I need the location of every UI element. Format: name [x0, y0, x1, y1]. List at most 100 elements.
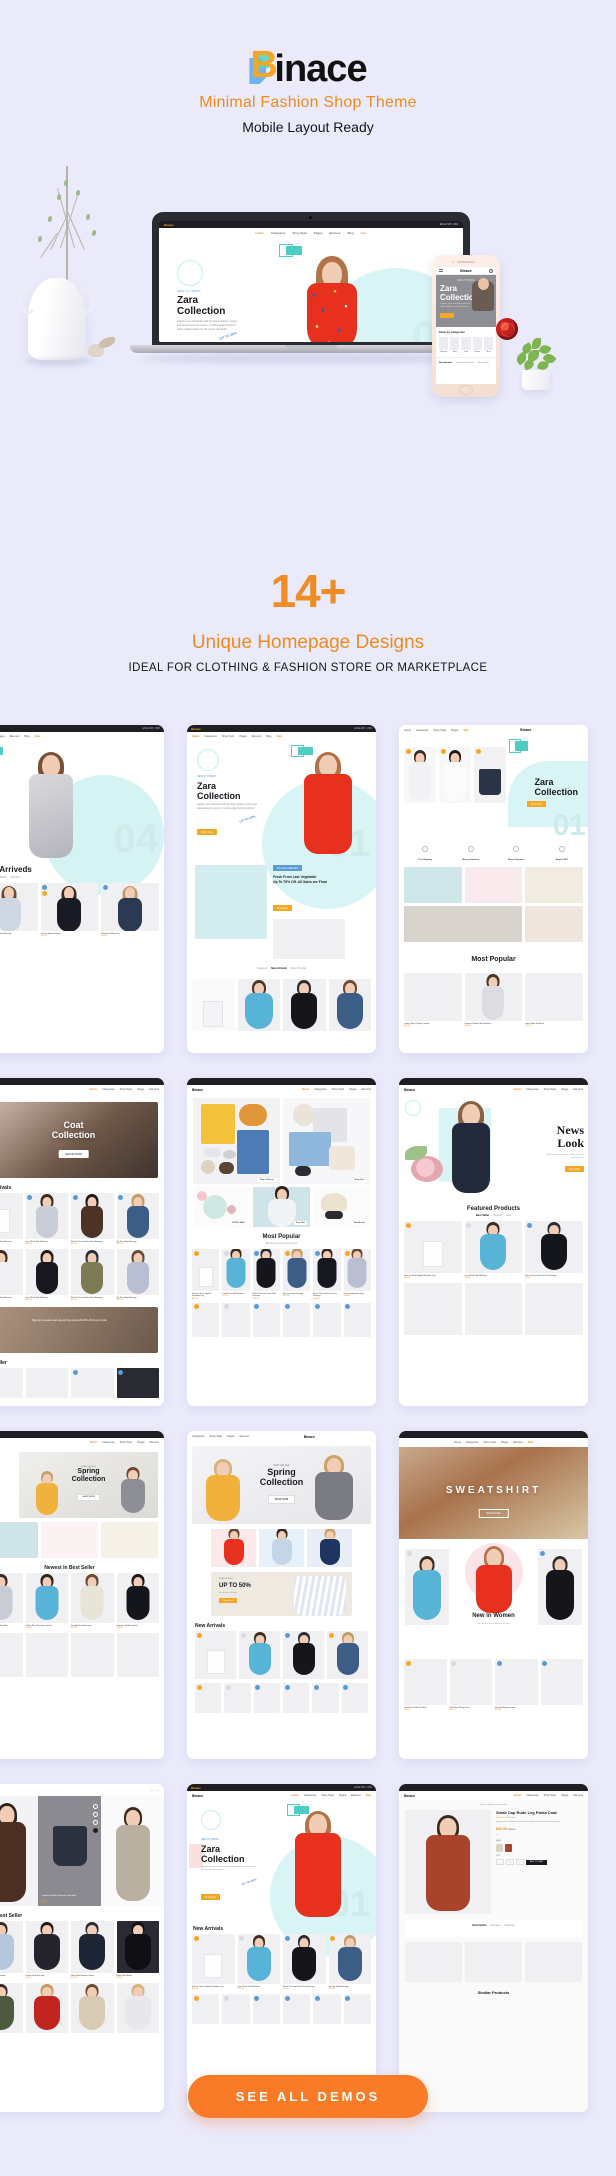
demo-nav[interactable]: Home Categories Shop Style Pages Element… [399, 1438, 588, 1447]
demo-nav-item[interactable]: Home [514, 1088, 521, 1091]
demo-hero-button[interactable]: SHOP NOW [77, 1494, 99, 1501]
nav-item-blog[interactable]: Blog [347, 231, 353, 235]
demo-product-item[interactable]: Red Floral Wrap Dress$49.00 [450, 1659, 493, 1711]
nav-item-sale[interactable]: Sale [360, 231, 366, 235]
demo-product-item[interactable] [283, 1994, 310, 2024]
nav-item-categories[interactable]: Categories [271, 231, 286, 235]
demo-product-item[interactable]: Black Slim Blazer$99.00 [117, 1921, 160, 1979]
demo-nav-item[interactable]: Shop Style [222, 735, 235, 738]
demo-product-item[interactable] [329, 979, 372, 1031]
demo-nav-item[interactable]: Categories [416, 729, 429, 732]
demo-product-item[interactable] [253, 1303, 280, 1337]
demo-nav-item-sale[interactable]: Sale [366, 1794, 371, 1797]
demo-card-news-look[interactable]: Binace Home Categories Shop Style Pages … [399, 1078, 588, 1406]
demo-hero-button[interactable]: SHOP NOW [478, 1509, 508, 1518]
phone-tabs[interactable]: New Arrivals Featured Products Best Sell… [436, 357, 496, 364]
demo-nav-item[interactable]: Categories [466, 1441, 479, 1444]
demo-product-item[interactable] [465, 1942, 522, 1982]
demo-tile-label[interactable]: Shop Now [294, 1221, 307, 1225]
demo-product-item[interactable]: Floral Charcoal Front Knot Earrings$24.0… [313, 1249, 340, 1300]
phone-tab-best-seller[interactable]: Best Seller [478, 362, 489, 364]
demo-product-item[interactable]: Ivory Silver Necklace$29.00 [525, 973, 583, 1027]
demo-product-item[interactable]: Lemon Drop Earrings$19.00 [26, 1921, 69, 1979]
demo-product-item[interactable] [439, 747, 471, 803]
demo-nav-item-sale[interactable]: Sale [528, 1441, 533, 1444]
demo-nav-item[interactable]: Element [573, 1088, 583, 1091]
demo-product-item[interactable] [192, 1994, 219, 2024]
site-nav[interactable]: Home Categories Shop Style Pages Element… [159, 228, 463, 238]
demo-product-item[interactable]: Zig Zag Hoop Earrings $19.00 [41, 883, 99, 937]
demo-nav[interactable]: Binace Home Categories Shop Style Pages … [187, 1085, 376, 1094]
demo-nav-item[interactable]: Categories [526, 1088, 539, 1091]
demo-nav-item[interactable]: Categories [192, 1435, 205, 1438]
demo-nav-item[interactable]: Element [149, 1441, 159, 1444]
demo-product-item[interactable] [192, 979, 235, 1031]
demo-sidebar-item[interactable]: Gift Cards [0, 1505, 15, 1509]
demo-nav-item[interactable]: Shop Style [544, 1088, 557, 1091]
search-icon[interactable]: ○ [144, 1789, 145, 1792]
demo-product-item[interactable]: Coral Rush Silk Necklace$29.00 [222, 1249, 249, 1300]
demo-card-coat-collection[interactable]: Binace Home Categories Shop Style Pages … [0, 1078, 164, 1406]
demo-nav-item[interactable]: Home [90, 1441, 97, 1444]
demo-promo-banner[interactable]: SEASON SALE UP TO 50% On all kids collec… [211, 1572, 352, 1616]
demo-nav-item[interactable]: Home [302, 1088, 309, 1091]
phone-category-item[interactable]: Shirt [484, 337, 493, 353]
demo-chip[interactable]: SHOES [10, 876, 19, 879]
demo-hero-banner[interactable]: Coat Collection SHOP NOW [0, 1102, 158, 1178]
demo-product-item[interactable]: Coffee Plain Sweater Leotard$39.00 [26, 1573, 69, 1629]
demo-lookbook-tile[interactable] [404, 906, 522, 942]
demo-tab[interactable]: Shipping [504, 1924, 514, 1927]
demo-product-item[interactable]: Coral Rush Silk Necklace$29.00 [238, 1934, 281, 1990]
demo-nav-item[interactable]: Pages [239, 735, 246, 738]
demo-product-item[interactable]: Zig Zag Hoop Earrings$19.00 [344, 1249, 371, 1300]
demo-nav-item[interactable]: Element [361, 1088, 371, 1091]
demo-nav-item[interactable]: Categories [526, 1794, 539, 1797]
demo-lookbook-tile[interactable] [0, 1522, 38, 1558]
demo-breadcrumb[interactable]: Home / Women / Sweatshirt [399, 1800, 588, 1810]
demo-nav-item[interactable]: Shop Style [321, 1794, 334, 1797]
demo-product-item[interactable]: Floral Charcoal Front Knot Earrings$24.0… [71, 1249, 114, 1301]
demo-card-flatlay[interactable]: Binace Home Categories Shop Style Pages … [187, 1078, 376, 1406]
demo-product-item[interactable]: Floral Charcoal Front Knot Earrings $29.… [0, 883, 38, 937]
demo-chip[interactable]: DRESS [0, 876, 6, 879]
topbar-locale[interactable]: ENGLISH | USD [440, 223, 458, 226]
demo-flatlay-tile[interactable]: New Arrivals [313, 1187, 370, 1227]
demo-nav-item-sale[interactable]: Sale [276, 735, 281, 738]
demo-product-item[interactable]: Summer Shield Leotard$29.00 [117, 1573, 160, 1629]
demo-lookbook-tile[interactable] [0, 1796, 38, 1906]
demo-nav-item[interactable]: Pages [0, 735, 5, 738]
demo-hero-banner[interactable]: SWEATSHIRT SHOP NOW [399, 1447, 588, 1539]
demo-nav[interactable]: Binace Home Categories Shop Style Pages … [0, 1438, 164, 1447]
demo-product-item[interactable] [238, 979, 281, 1031]
demo-card-spring-sidebar[interactable]: Binace Home Categories Shop Style Pages … [0, 1431, 164, 1759]
demo-product-item[interactable] [195, 1683, 221, 1713]
demo-tile-label[interactable]: Shop Sale [352, 1178, 367, 1182]
demo-lookbook-tile[interactable] [525, 867, 583, 903]
demo-tab[interactable]: New Arrivals [271, 967, 287, 970]
demo-nav-item[interactable]: Pages [137, 1441, 144, 1444]
demo-product-item[interactable] [313, 1994, 340, 2024]
demo-nav-item[interactable]: Shop Style [120, 1088, 133, 1091]
demo-nav[interactable]: Shop Style Pages Element Blog Sale [0, 732, 164, 741]
demo-card-product-detail[interactable]: Binace Home Categories Shop Style Pages … [399, 1784, 588, 2112]
demo-product-item[interactable]: Floral Charcoal Front Knot Earrings$24.0… [283, 1934, 326, 1990]
demo-product-item[interactable] [253, 1994, 280, 2024]
demo-product-item[interactable] [192, 1303, 219, 1337]
demo-nav[interactable]: Home Categories Shop Style Pages Element… [187, 732, 376, 741]
demo-nav-item[interactable]: Home [90, 1088, 97, 1091]
demo-nav-item[interactable]: Pages [561, 1088, 568, 1091]
see-all-demos-button[interactable]: SEE ALL DEMOS [188, 2075, 428, 2118]
demo-product-item[interactable] [283, 979, 326, 1031]
demo-nav-item[interactable]: Pages [227, 1435, 234, 1438]
demo-product-item[interactable]: Faith In Store Striped Shoulder Leg$49.0… [192, 1934, 235, 1990]
demo-tab[interactable]: Reviews [491, 1924, 501, 1927]
demo-product-item[interactable] [538, 1549, 582, 1625]
demo-product-item[interactable] [312, 1683, 338, 1713]
demo-category-tile[interactable] [211, 1529, 256, 1567]
demo-nav-item[interactable]: Pages [561, 1794, 568, 1797]
demo-nav-item[interactable]: Blog [24, 735, 29, 738]
demo-nav[interactable]: Binace Home Categories Shop Style Pages … [399, 1085, 588, 1094]
demo-qty-stepper[interactable]: - 1 + ADD TO CART [496, 1859, 582, 1865]
demo-product-item[interactable]: Coral Rush Silk Necklace$29.00 [26, 1193, 69, 1245]
phone-category-item[interactable]: Women [439, 337, 448, 353]
